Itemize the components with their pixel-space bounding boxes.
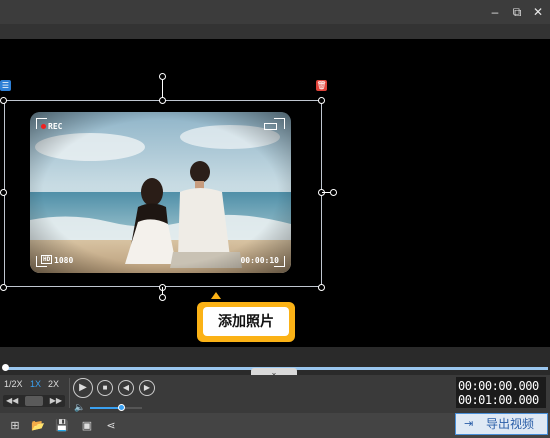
next-frame-button[interactable]: ▶	[139, 380, 155, 396]
time-display: 00:00:00.000 00:01:00.000	[456, 377, 546, 408]
export-icon: ⇥	[464, 418, 474, 430]
open-folder-icon[interactable]: 📂	[31, 419, 45, 433]
prev-frame-button[interactable]: ◀	[118, 380, 134, 396]
volume-knob[interactable]	[118, 404, 126, 411]
resize-handle-tr[interactable]	[318, 97, 325, 104]
play-button[interactable]: ▶	[73, 378, 93, 398]
tooltip-arrow	[211, 292, 221, 299]
volume-fill	[90, 407, 122, 409]
volume-icon[interactable]: 🔈	[74, 402, 85, 413]
new-project-icon[interactable]: ⊞	[8, 419, 22, 433]
current-time: 00:00:00.000	[458, 379, 539, 393]
divider	[69, 378, 70, 408]
stop-button[interactable]: ■	[97, 380, 113, 396]
total-time: 00:01:00.000	[458, 393, 539, 407]
resize-handle-l[interactable]	[0, 189, 7, 196]
rewind-icon: ◀◀	[6, 396, 19, 405]
add-photo-tooltip[interactable]: 添加照片	[197, 302, 295, 342]
delete-icon[interactable]: 🗑	[316, 80, 327, 91]
restore-icon[interactable]: ⧉	[509, 4, 525, 20]
timeline[interactable]: ⌄	[0, 347, 550, 378]
playhead[interactable]	[2, 364, 9, 371]
resize-handle-br[interactable]	[318, 284, 325, 291]
speed-2x[interactable]: 2X	[48, 379, 59, 389]
rotate-handle[interactable]	[159, 73, 166, 80]
share-icon[interactable]: ⋖	[104, 419, 118, 433]
resize-handle-tl[interactable]	[0, 97, 7, 104]
speed-1x[interactable]: 1X	[30, 379, 41, 389]
bottom-toolbar: ⊞ 📂 💾 ▣ ⋖ ⇥ 导出视频	[0, 413, 550, 438]
fast-forward-icon: ▶▶	[49, 396, 62, 405]
resize-handle-t[interactable]	[159, 97, 166, 104]
speed-slider[interactable]: ◀◀ ▶▶	[3, 395, 65, 407]
volume-track[interactable]	[90, 407, 142, 409]
top-strip	[0, 24, 550, 39]
side-line	[322, 192, 330, 193]
selection-box[interactable]	[4, 100, 322, 287]
export-label: 导出视频	[486, 417, 535, 431]
speed-half[interactable]: 1/2X	[4, 379, 23, 389]
playback-controls: 1/2X 1X 2X ◀◀ ▶▶ ▶ ■ ◀ ▶ 🔈 00:00:00.000 …	[0, 375, 550, 413]
export-video-button[interactable]: ⇥ 导出视频	[455, 413, 548, 435]
tooltip-label: 添加照片	[203, 307, 289, 336]
bottom-extra-handle[interactable]	[159, 294, 166, 301]
resize-handle-bl[interactable]	[0, 284, 7, 291]
save-icon[interactable]: 💾	[55, 419, 69, 433]
close-icon[interactable]: ✕	[530, 4, 546, 20]
title-bar: – ⧉ ✕	[0, 0, 550, 24]
layer-menu-icon[interactable]: ☰	[0, 80, 11, 91]
speed-knob[interactable]	[25, 396, 43, 406]
side-handle[interactable]	[330, 189, 337, 196]
minimize-icon[interactable]: –	[487, 4, 503, 20]
save-as-icon[interactable]: ▣	[80, 419, 94, 433]
